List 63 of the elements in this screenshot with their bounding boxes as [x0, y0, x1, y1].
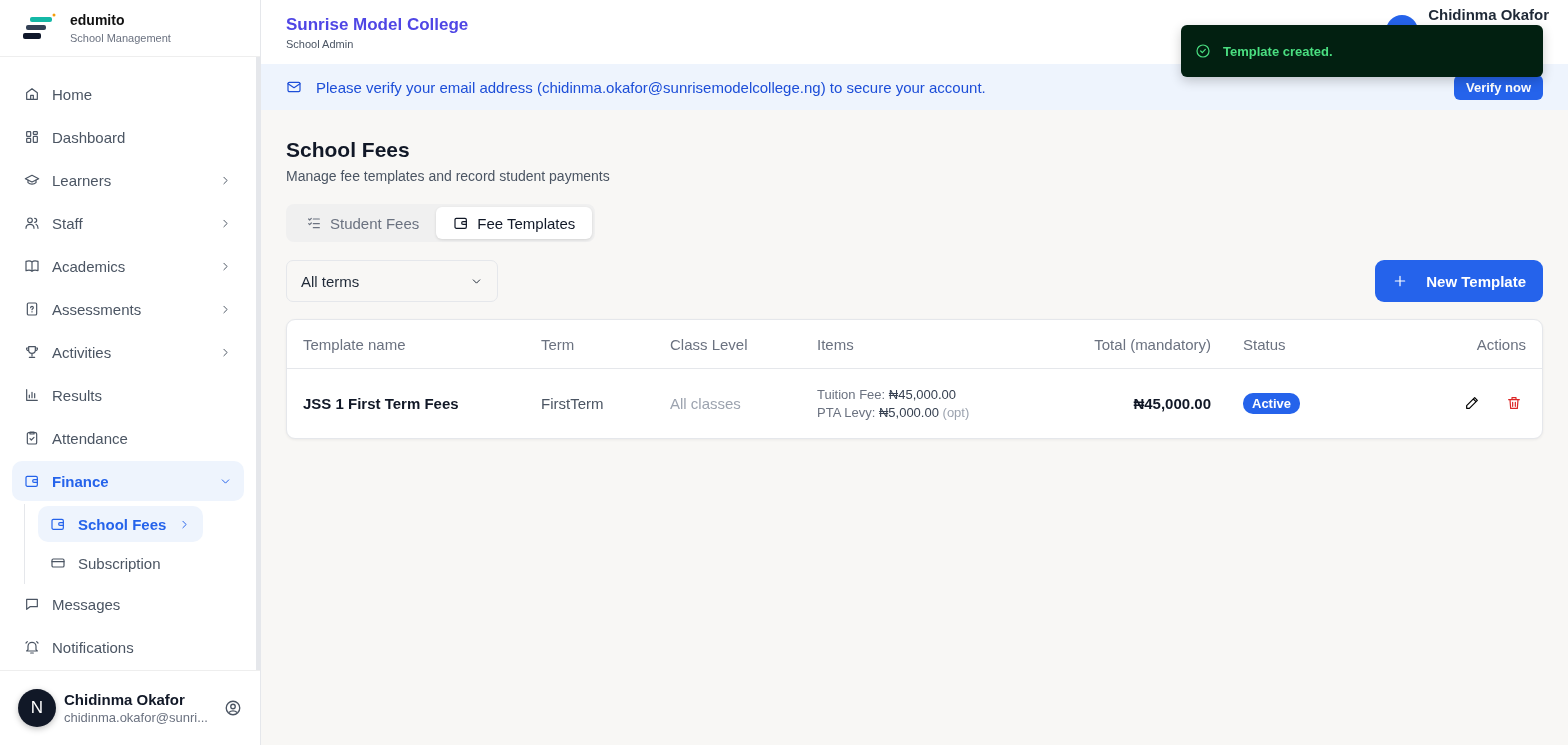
page-title: School Fees: [286, 138, 411, 162]
mail-icon: [286, 79, 302, 95]
grid-icon: [24, 129, 40, 146]
question-file-icon: [24, 301, 40, 318]
user-avatar: N: [18, 689, 56, 728]
sidebar-item[interactable]: Academics: [12, 246, 244, 287]
check-circle-icon: [1195, 43, 1211, 59]
submenu-item[interactable]: School Fees: [38, 506, 204, 543]
sidebar-item[interactable]: Finance: [12, 461, 244, 502]
column-header: Term: [525, 320, 654, 369]
brand-subtitle: School Management: [70, 32, 171, 45]
sidebar-item[interactable]: Results: [12, 375, 244, 416]
sidebar-item[interactable]: Dashboard: [12, 117, 244, 158]
fee-item: Tuition Fee: ₦45,000.00: [817, 385, 958, 404]
table-cell-text: ₦45,000.00: [1132, 394, 1212, 414]
brand-name: edumito: [70, 12, 126, 29]
sidebar-item[interactable]: Activities: [12, 332, 244, 373]
sidebar-item[interactable]: Attendance: [12, 418, 244, 459]
new-template-button[interactable]: New Template: [1375, 260, 1543, 302]
table-cell-text: FirstTerm: [540, 394, 605, 414]
tab[interactable]: Fee Templates: [436, 207, 593, 239]
chat-icon: [24, 596, 40, 613]
user-name: Chidinma Okafor: [64, 691, 186, 709]
home-icon: [24, 86, 40, 103]
term-dropdown[interactable]: All terms: [286, 260, 498, 302]
sidebar-item[interactable]: Staff: [12, 203, 244, 244]
clipboard-check-icon: [24, 430, 40, 447]
sidebar-item[interactable]: Home: [12, 74, 244, 115]
column-header: Class Level: [654, 320, 801, 369]
user-circle-icon[interactable]: [224, 699, 242, 718]
school-name: Sunrise Model College: [286, 14, 469, 35]
wallet-icon: [453, 215, 470, 231]
submenu-item[interactable]: Subscription: [38, 545, 173, 582]
trophy-icon: [24, 344, 40, 361]
sidebar-item[interactable]: Assessments: [12, 289, 244, 330]
banner-message: Please verify your email address (chidinma.okafor@sunrisemodelcollege.ng) to secure your account.: [316, 78, 987, 96]
book-icon: [24, 258, 40, 275]
table-cell-text: All classes: [669, 394, 742, 414]
column-header: Status: [1227, 320, 1367, 369]
column-header: Total (mandatory): [1031, 320, 1227, 369]
people-icon: [24, 215, 40, 232]
column-header: Template name: [287, 320, 525, 369]
header-user-name: Chidinma Okafor: [1428, 6, 1549, 23]
bar-chart-icon: [24, 387, 40, 404]
tab[interactable]: Student Fees: [289, 207, 437, 239]
user-email: chidinma.okafor@sunri...: [64, 710, 208, 726]
checklist-icon: [306, 215, 322, 231]
bell-icon: [24, 639, 40, 656]
sidebar-item[interactable]: Learners: [12, 160, 244, 201]
wallet-icon: [50, 516, 66, 533]
trash-icon: [1506, 394, 1522, 411]
sidebar-item[interactable]: Notifications: [12, 627, 244, 668]
pencil-icon: [1464, 394, 1480, 411]
wallet-icon: [24, 473, 40, 490]
page-subtitle: Manage fee templates and record student payments: [286, 168, 611, 184]
user-role: School Admin: [286, 37, 355, 50]
sidebar-item[interactable]: Messages: [12, 584, 244, 625]
status-badge: Active: [1243, 393, 1301, 414]
column-header: Actions: [1367, 320, 1542, 369]
table-cell-text: JSS 1 First Term Fees: [302, 394, 460, 414]
toast-message: Template created.: [1223, 43, 1333, 59]
fee-item: PTA Levy: ₦5,000.00 (opt): [817, 403, 970, 422]
column-header: Items: [801, 320, 1031, 369]
